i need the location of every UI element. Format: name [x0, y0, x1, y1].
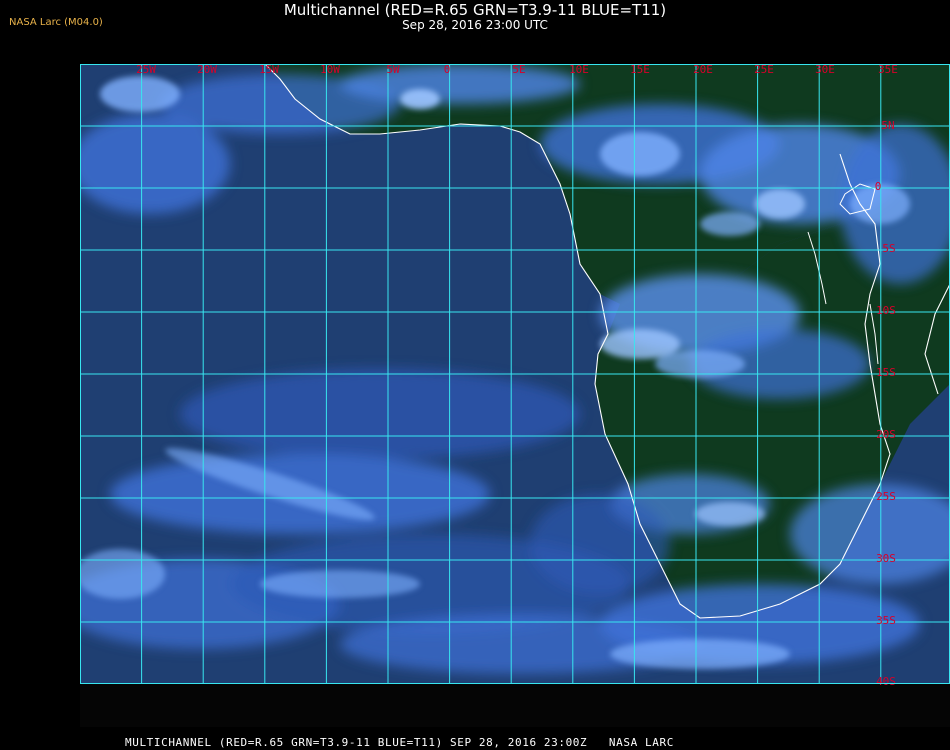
image-timestamp: Sep 28, 2016 23:00 UTC: [402, 18, 548, 32]
lat-label-10s: 10S: [876, 304, 896, 317]
lon-label-15w: 15W: [259, 64, 279, 76]
lon-label-5e: 5E: [512, 64, 525, 76]
lon-label-20e: 20E: [693, 64, 713, 76]
lat-label-40s: 40S: [876, 675, 896, 688]
lat-label-5n: 5N: [881, 119, 894, 132]
lon-label-5w: 5W: [386, 64, 400, 76]
lon-label-10e: 10E: [569, 64, 589, 76]
lon-label-25e: 25E: [754, 64, 774, 76]
lat-label-25s: 25S: [876, 490, 896, 503]
lon-label-15e: 15E: [630, 64, 650, 76]
lon-label-10w: 10W: [320, 64, 340, 76]
footer-caption: MULTICHANNEL (RED=R.65 GRN=T3.9-11 BLUE=…: [125, 736, 674, 749]
lat-label-30s: 30S: [876, 552, 896, 565]
lat-label-20s: 20S: [876, 428, 896, 441]
lon-label-25w: 25W: [136, 64, 156, 76]
lat-label-35s: 35S: [876, 614, 896, 627]
lat-label-15s: 15S: [876, 366, 896, 379]
lon-label-20w: 20W: [197, 64, 217, 76]
lon-label-35e: 35E: [878, 64, 898, 76]
satellite-map-canvas: 25W 20W 15W 10W 5W 0 5E 10E 15E 20E 25E …: [80, 64, 950, 727]
lon-label-0: 0: [444, 64, 451, 76]
lat-label-5s: 5S: [882, 242, 895, 255]
satellite-map[interactable]: 25W 20W 15W 10W 5W 0 5E 10E 15E 20E 25E …: [80, 64, 950, 727]
no-data-band: [80, 684, 950, 727]
lon-label-30e: 30E: [815, 64, 835, 76]
image-title: Multichannel (RED=R.65 GRN=T3.9-11 BLUE=…: [283, 1, 667, 19]
lat-label-0: 0: [875, 180, 882, 193]
